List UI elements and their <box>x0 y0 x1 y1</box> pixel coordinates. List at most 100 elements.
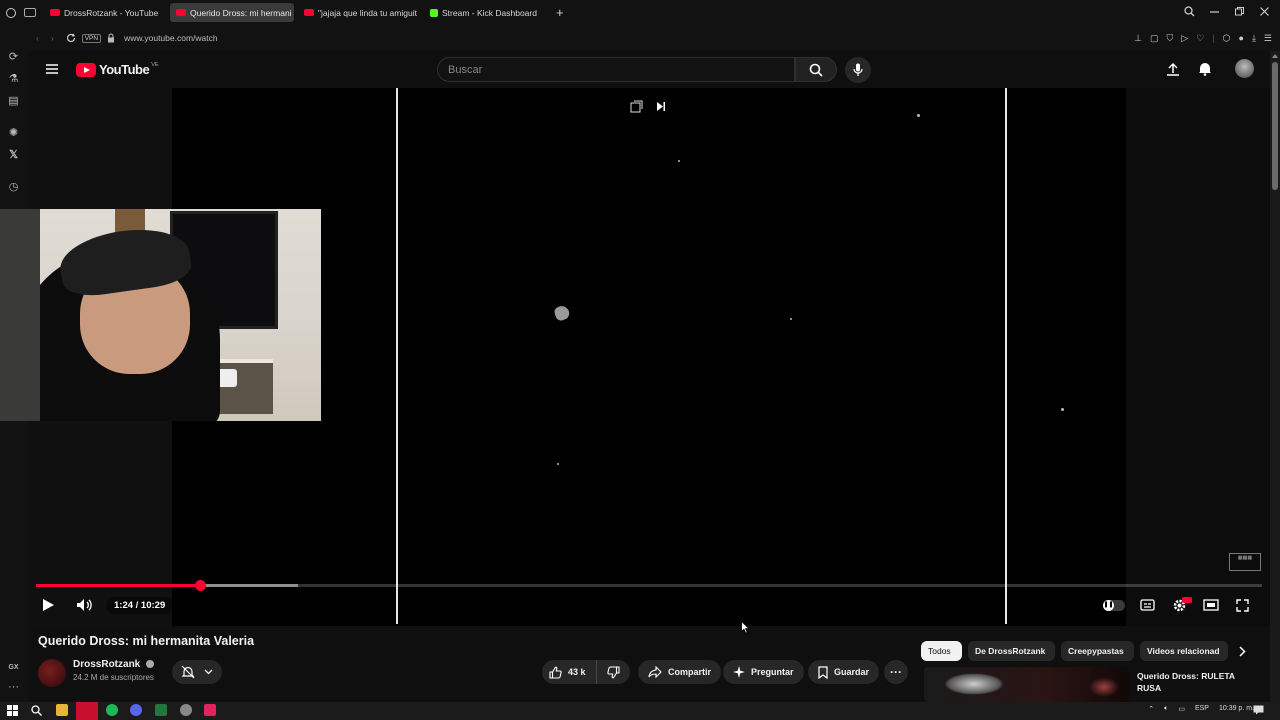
extensions-icon[interactable]: ⬡ <box>1223 33 1231 44</box>
video-title: Querido Dross: mi hermanita Valeria <box>38 634 255 648</box>
chip-videos-relacionados[interactable]: Videos relacionad <box>1140 641 1228 661</box>
file-explorer-icon[interactable] <box>56 704 68 716</box>
scrollbar-thumb[interactable] <box>1272 62 1278 190</box>
share-arrow-icon <box>648 666 662 678</box>
share-button[interactable]: Compartir <box>638 660 722 684</box>
taskbar-search-icon[interactable] <box>31 705 42 716</box>
chevron-right-icon[interactable] <box>1238 646 1246 657</box>
theater-mode-icon[interactable] <box>1203 599 1219 611</box>
gx-corner-label[interactable]: GX <box>7 661 20 674</box>
chatgpt-icon[interactable]: ✺ <box>7 127 20 140</box>
verified-badge-icon <box>146 660 155 668</box>
back-icon[interactable]: ‹ <box>36 33 39 43</box>
opera-gx-taskbar-icon[interactable] <box>76 702 98 720</box>
pin-icon[interactable]: ⊥ <box>1134 33 1142 44</box>
voice-search-button[interactable] <box>845 57 871 83</box>
restore-icon[interactable] <box>1234 6 1245 17</box>
notifications-icon[interactable] <box>1253 705 1264 715</box>
tab-kick-dashboard[interactable]: Stream - Kick Dashboard <box>424 3 550 22</box>
menu-icon[interactable]: ☰ <box>1264 33 1272 44</box>
profile-icon[interactable]: ● <box>1239 33 1244 44</box>
forward-icon[interactable]: › <box>51 33 54 43</box>
search-button[interactable] <box>795 57 837 82</box>
chip-creepypastas[interactable]: Creepypastas <box>1061 641 1134 661</box>
recommended-video-thumbnail[interactable] <box>924 667 1129 702</box>
ask-ai-button[interactable]: Preguntar <box>723 660 804 684</box>
recommended-video-title[interactable]: Querido Dross: RULETA RUSA <box>1137 670 1257 694</box>
tab-search-icon[interactable] <box>1184 6 1195 17</box>
dislike-button[interactable] <box>597 660 630 684</box>
scroll-up-arrow-icon[interactable] <box>1272 54 1278 58</box>
hamburger-menu-icon[interactable] <box>46 64 58 74</box>
tray-clock[interactable]: 10:39 p. m. <box>1219 705 1254 713</box>
notifications-bell-icon[interactable] <box>1198 61 1212 76</box>
download-icon[interactable]: ⤓ <box>1252 33 1256 44</box>
excel-icon[interactable] <box>155 704 167 716</box>
page-background-right <box>1126 88 1270 626</box>
youtube-play-logo-icon <box>76 62 96 77</box>
chip-todos[interactable]: Todos <box>921 641 962 661</box>
tab-drossrotzank-youtube[interactable]: DrossRotzank - YouTube <box>44 3 166 22</box>
channel-avatar[interactable] <box>38 659 66 687</box>
upload-icon[interactable] <box>1166 62 1180 76</box>
save-button[interactable]: Guardar <box>808 660 880 684</box>
minimize-icon[interactable] <box>1209 6 1220 17</box>
reload-icon[interactable] <box>66 33 76 43</box>
fullscreen-icon[interactable] <box>1236 599 1249 612</box>
tab-label: DrossRotzank - YouTube <box>64 7 159 18</box>
more-actions-button[interactable]: ··· <box>884 660 908 684</box>
heart-icon[interactable]: ♡ <box>1196 33 1204 44</box>
more-sidebar-icon[interactable]: ··· <box>7 681 20 694</box>
share-label: Compartir <box>668 667 712 677</box>
youtube-logo[interactable]: YouTube VE <box>76 62 159 77</box>
like-button[interactable]: 43 k <box>542 660 597 684</box>
volume-icon[interactable] <box>76 598 93 612</box>
tray-network-icon[interactable]: ▭ <box>1178 705 1185 713</box>
new-tab-plus-icon[interactable]: + <box>556 5 564 20</box>
shield-icon[interactable]: ⛉ <box>1167 33 1174 44</box>
channel-name[interactable]: DrossRotzank <box>73 659 155 670</box>
time-display: 1:24 / 10:29 <box>106 597 174 614</box>
next-video-icon[interactable] <box>656 101 666 112</box>
video-frame-line-right <box>1005 88 1007 624</box>
hd-badge-icon <box>1182 597 1192 603</box>
url-text[interactable]: www.youtube.com/watch <box>124 33 218 43</box>
gx-cleaner-icon[interactable]: ⚗ <box>7 73 20 86</box>
play-icon[interactable] <box>42 598 55 612</box>
snapshot-icon[interactable]: ▢ <box>1150 33 1159 44</box>
play-extension-icon[interactable]: ▷ <box>1181 33 1188 44</box>
vpn-badge[interactable]: VPN <box>81 33 102 43</box>
spotify-icon[interactable] <box>106 704 118 716</box>
discord-icon[interactable] <box>130 704 142 716</box>
like-count: 43 k <box>568 667 586 677</box>
progress-scrubber[interactable] <box>195 580 206 591</box>
news-icon[interactable]: ▤ <box>7 95 20 108</box>
thumbs-up-icon <box>549 666 562 679</box>
lock-icon[interactable] <box>107 33 115 43</box>
youtube-header: YouTube VE Buscar <box>28 51 1270 88</box>
tab-querido-dross-active[interactable]: Querido Dross: mi hermani <box>170 3 294 22</box>
tray-volume-icon[interactable]: 🔈︎ <box>1164 705 1168 713</box>
account-avatar[interactable] <box>1235 59 1254 78</box>
thumbs-down-icon <box>607 665 620 678</box>
gx-control-icon[interactable]: ⟳ <box>7 51 20 64</box>
subtitles-icon[interactable] <box>1140 599 1155 611</box>
tab-jajaja-que-linda[interactable]: "jajaja que linda tu amiguit <box>298 3 420 22</box>
tray-language[interactable]: ESP <box>1195 705 1209 713</box>
tray-chevron-up-icon[interactable]: ⌃ <box>1148 705 1154 713</box>
search-input[interactable]: Buscar <box>437 57 795 82</box>
app-icon[interactable] <box>204 704 216 716</box>
channel-watermark-icon: ▦▦▦ <box>1229 553 1261 571</box>
history-icon[interactable]: ◷ <box>7 181 20 194</box>
miniplayer-icon[interactable] <box>630 100 643 113</box>
opera-gx-icon[interactable] <box>6 7 16 18</box>
windows-start-icon[interactable] <box>7 705 18 716</box>
youtube-favicon-icon <box>176 9 186 16</box>
tab-overview-icon[interactable] <box>24 8 36 17</box>
subscription-notifications-button[interactable] <box>172 660 222 684</box>
close-window-icon[interactable] <box>1259 6 1270 17</box>
obs-icon[interactable] <box>180 704 192 716</box>
x-twitter-icon[interactable]: 𝕏 <box>7 149 20 162</box>
chip-de-drossrotzank[interactable]: De DrossRotzank <box>968 641 1055 661</box>
autoplay-toggle[interactable]: ❚❚ <box>1103 600 1125 611</box>
